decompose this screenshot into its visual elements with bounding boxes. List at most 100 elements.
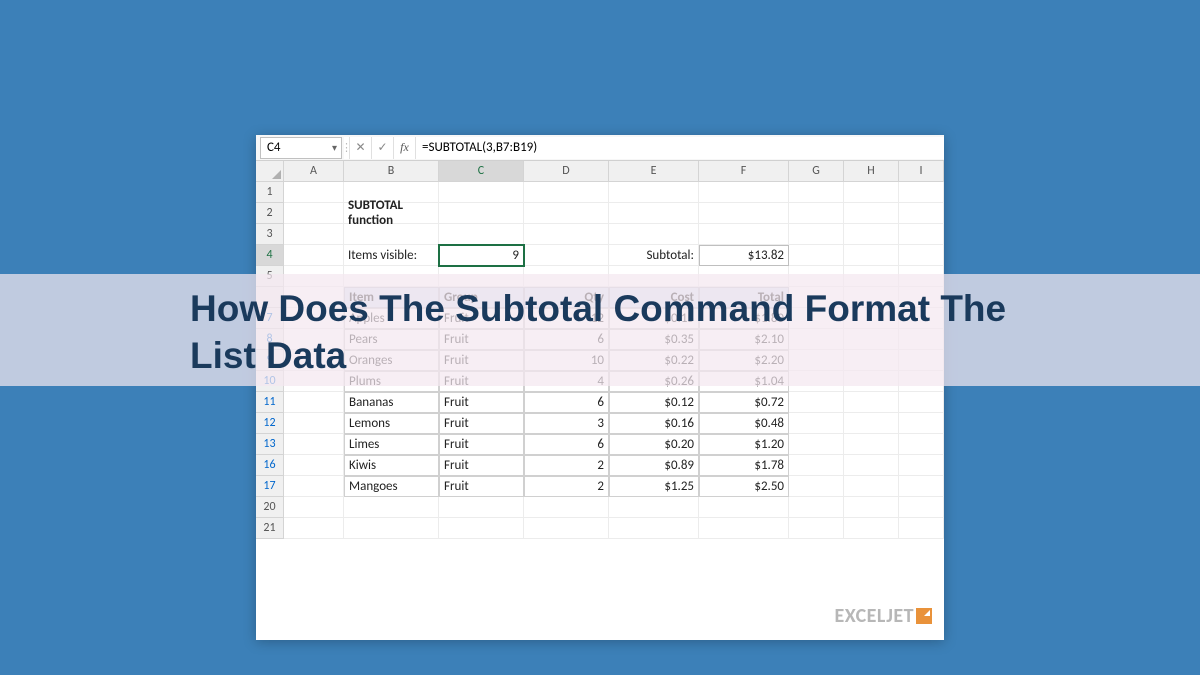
cell-H12[interactable] (844, 413, 899, 434)
cell-A17[interactable] (284, 476, 344, 497)
row-header-20[interactable]: 20 (256, 497, 284, 518)
row-header-17[interactable]: 17 (256, 476, 284, 497)
cell-F11[interactable]: $0.72 (699, 392, 789, 413)
row-header-1[interactable]: 1 (256, 182, 284, 203)
column-header-F[interactable]: F (699, 161, 789, 182)
cell-D2[interactable] (524, 203, 609, 224)
column-header-E[interactable]: E (609, 161, 699, 182)
cell-D1[interactable] (524, 182, 609, 203)
row-header-16[interactable]: 16 (256, 455, 284, 476)
cell-H13[interactable] (844, 434, 899, 455)
cell-C21[interactable] (439, 518, 524, 539)
cell-C3[interactable] (439, 224, 524, 245)
cell-D21[interactable] (524, 518, 609, 539)
cell-I17[interactable] (899, 476, 944, 497)
cell-F13[interactable]: $1.20 (699, 434, 789, 455)
cell-A16[interactable] (284, 455, 344, 476)
fx-icon[interactable]: fx (394, 137, 416, 159)
cell-B2[interactable]: SUBTOTAL function (344, 203, 439, 224)
cell-D17[interactable]: 2 (524, 476, 609, 497)
cell-E4[interactable]: Subtotal: (609, 245, 699, 266)
cell-E12[interactable]: $0.16 (609, 413, 699, 434)
cell-A1[interactable] (284, 182, 344, 203)
cell-B16[interactable]: Kiwis (344, 455, 439, 476)
cell-B12[interactable]: Lemons (344, 413, 439, 434)
cell-B17[interactable]: Mangoes (344, 476, 439, 497)
cell-I20[interactable] (899, 497, 944, 518)
cell-E20[interactable] (609, 497, 699, 518)
cell-G1[interactable] (789, 182, 844, 203)
cell-C16[interactable]: Fruit (439, 455, 524, 476)
cell-I21[interactable] (899, 518, 944, 539)
cell-D20[interactable] (524, 497, 609, 518)
cell-B13[interactable]: Limes (344, 434, 439, 455)
cell-D12[interactable]: 3 (524, 413, 609, 434)
cell-F17[interactable]: $2.50 (699, 476, 789, 497)
cell-B11[interactable]: Bananas (344, 392, 439, 413)
cell-I16[interactable] (899, 455, 944, 476)
cell-E16[interactable]: $0.89 (609, 455, 699, 476)
cell-C20[interactable] (439, 497, 524, 518)
row-header-11[interactable]: 11 (256, 392, 284, 413)
cell-H20[interactable] (844, 497, 899, 518)
row-header-13[interactable]: 13 (256, 434, 284, 455)
cell-C12[interactable]: Fruit (439, 413, 524, 434)
cell-B4[interactable]: Items visible: (344, 245, 439, 266)
cell-G21[interactable] (789, 518, 844, 539)
column-header-C[interactable]: C (439, 161, 524, 182)
cell-C17[interactable]: Fruit (439, 476, 524, 497)
cell-F16[interactable]: $1.78 (699, 455, 789, 476)
cell-B20[interactable] (344, 497, 439, 518)
row-header-12[interactable]: 12 (256, 413, 284, 434)
cell-C4[interactable]: 9 (439, 245, 524, 266)
cell-E17[interactable]: $1.25 (609, 476, 699, 497)
cell-E21[interactable] (609, 518, 699, 539)
cell-I2[interactable] (899, 203, 944, 224)
cell-H3[interactable] (844, 224, 899, 245)
cell-F12[interactable]: $0.48 (699, 413, 789, 434)
cell-F1[interactable] (699, 182, 789, 203)
column-header-I[interactable]: I (899, 161, 944, 182)
formula-input[interactable]: =SUBTOTAL(3,B7:B19) (416, 137, 944, 159)
cell-A4[interactable] (284, 245, 344, 266)
cell-E3[interactable] (609, 224, 699, 245)
cell-G11[interactable] (789, 392, 844, 413)
cell-G20[interactable] (789, 497, 844, 518)
cell-B3[interactable] (344, 224, 439, 245)
cell-H2[interactable] (844, 203, 899, 224)
cell-F4[interactable]: $13.82 (699, 245, 789, 266)
cell-A21[interactable] (284, 518, 344, 539)
cell-G3[interactable] (789, 224, 844, 245)
cell-D4[interactable] (524, 245, 609, 266)
cell-G2[interactable] (789, 203, 844, 224)
cancel-formula-icon[interactable]: ✕ (350, 137, 372, 159)
cell-H16[interactable] (844, 455, 899, 476)
cell-E11[interactable]: $0.12 (609, 392, 699, 413)
cell-B21[interactable] (344, 518, 439, 539)
cell-A2[interactable] (284, 203, 344, 224)
cell-E2[interactable] (609, 203, 699, 224)
cell-D3[interactable] (524, 224, 609, 245)
cell-H11[interactable] (844, 392, 899, 413)
cell-C11[interactable]: Fruit (439, 392, 524, 413)
cell-G13[interactable] (789, 434, 844, 455)
cell-H1[interactable] (844, 182, 899, 203)
cell-H21[interactable] (844, 518, 899, 539)
cell-F3[interactable] (699, 224, 789, 245)
row-header-21[interactable]: 21 (256, 518, 284, 539)
cell-I3[interactable] (899, 224, 944, 245)
cell-A3[interactable] (284, 224, 344, 245)
cell-E1[interactable] (609, 182, 699, 203)
cell-H17[interactable] (844, 476, 899, 497)
column-header-H[interactable]: H (844, 161, 899, 182)
cell-F2[interactable] (699, 203, 789, 224)
name-box[interactable]: C4 ▾ (260, 137, 342, 159)
cell-I11[interactable] (899, 392, 944, 413)
cell-A11[interactable] (284, 392, 344, 413)
cell-D11[interactable]: 6 (524, 392, 609, 413)
cell-G12[interactable] (789, 413, 844, 434)
column-header-A[interactable]: A (284, 161, 344, 182)
cell-C1[interactable] (439, 182, 524, 203)
cell-F20[interactable] (699, 497, 789, 518)
row-header-3[interactable]: 3 (256, 224, 284, 245)
